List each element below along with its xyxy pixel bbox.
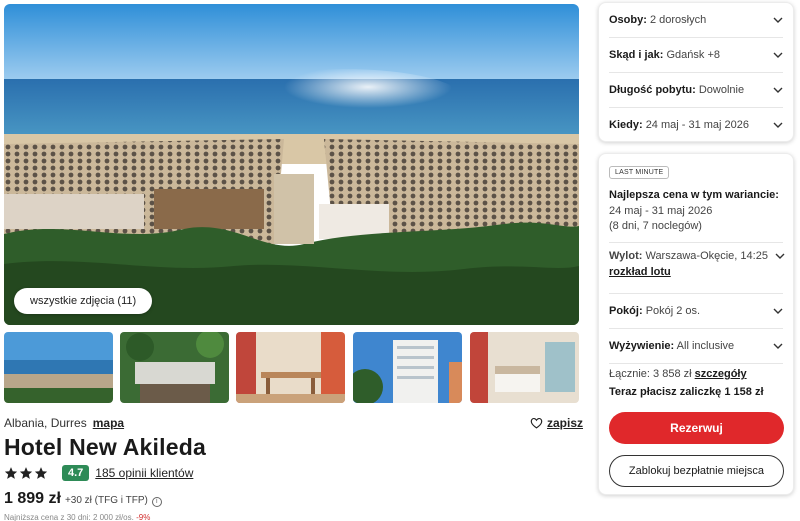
dates-value: 24 maj - 31 maj 2026 xyxy=(645,119,750,131)
heart-icon xyxy=(530,417,543,429)
thumbnail-strip xyxy=(4,332,579,403)
chevron-down-icon xyxy=(773,308,783,314)
persons-label: Osoby: xyxy=(609,14,647,26)
info-icon[interactable]: i xyxy=(151,497,162,507)
total-label: Łącznie: xyxy=(609,368,650,380)
flight-label: Wylot: xyxy=(609,250,643,262)
save-label: zapisz xyxy=(547,416,584,430)
room-dropdown[interactable]: Pokój: Pokój 2 os. xyxy=(599,294,793,328)
best-price-block: Najlepsza cena w tym wariancie: 24 maj -… xyxy=(609,188,779,235)
price-fees: +30 zł (TFG i TFP) xyxy=(64,495,148,506)
price-details-link[interactable]: szczegóły xyxy=(695,368,747,380)
duration-label: Długość pobytu: xyxy=(609,84,696,96)
chevron-down-icon xyxy=(775,253,785,259)
total-value: 3 858 zł xyxy=(653,368,692,380)
offer-nights: (8 dni, 7 noclegów) xyxy=(609,220,702,232)
persons-dropdown[interactable]: Osoby: 2 dorosłych xyxy=(599,3,793,37)
thumbnail-restaurant[interactable] xyxy=(236,332,345,403)
price-row: 1 899 zł +30 zł (TFG i TFP) i xyxy=(4,490,162,508)
hero-photo[interactable] xyxy=(4,4,579,325)
thumbnail-hotel-tower[interactable] xyxy=(353,332,462,403)
thumbnail-hotel-room[interactable] xyxy=(470,332,579,403)
chevron-down-icon xyxy=(773,122,783,128)
block-places-button[interactable]: Zablokuj bezpłatnie miejsca xyxy=(609,455,784,487)
thumbnail-hotel-garden[interactable] xyxy=(120,332,229,403)
divider xyxy=(609,242,783,243)
save-button[interactable]: zapisz xyxy=(530,416,583,430)
flight-schedule-link[interactable]: rozkład lotu xyxy=(609,266,785,278)
best-price-label: Najlepsza cena w tym wariancie: xyxy=(609,189,779,201)
star-icon xyxy=(19,467,33,479)
score-badge: 4.7 xyxy=(62,465,90,481)
flight-section[interactable]: Wylot: Warszawa-Okęcie, 14:25 rozkład lo… xyxy=(609,250,785,278)
dates-dropdown[interactable]: Kiedy: 24 maj - 31 maj 2026 xyxy=(599,108,793,142)
map-link[interactable]: mapa xyxy=(93,416,124,430)
chevron-down-icon xyxy=(773,87,783,93)
thumbnail-beach-aerial[interactable] xyxy=(4,332,113,403)
star-icon xyxy=(34,467,48,479)
room-label: Pokój: xyxy=(609,305,643,317)
hotel-location: Albania, Durres mapa xyxy=(4,416,124,430)
divider xyxy=(609,363,783,364)
persons-value: 2 dorosłych xyxy=(649,14,707,26)
board-value: All inclusive xyxy=(676,340,735,352)
location-text: Albania, Durres xyxy=(4,416,87,430)
discount-percent: -9% xyxy=(136,513,151,521)
star-icon xyxy=(4,467,18,479)
offer-dates: 24 maj - 31 maj 2026 xyxy=(609,204,713,217)
duration-dropdown[interactable]: Długość pobytu: Dowolnie xyxy=(599,73,793,107)
deposit-text: Teraz płacisz zaliczkę 1 158 zł xyxy=(609,386,764,398)
chevron-down-icon xyxy=(773,17,783,23)
all-photos-button[interactable]: wszystkie zdjęcia (11) xyxy=(14,288,153,314)
departure-value: Gdańsk +8 xyxy=(666,49,720,61)
offer-card: LAST MINUTE Najlepsza cena w tym warianc… xyxy=(598,153,794,495)
lowest-price-note: Najniższa cena z 30 dni: 2 000 zł/os. -9… xyxy=(4,513,150,521)
price-per-person: 1 899 zł xyxy=(4,490,61,507)
hotel-name: Hotel New Akileda xyxy=(4,434,206,460)
chevron-down-icon xyxy=(773,343,783,349)
reserve-button[interactable]: Rezerwuj xyxy=(609,412,784,444)
beach-aerial-image xyxy=(4,4,579,325)
lowest-price-text: Najniższa cena z 30 dni: 2 000 zł/os. xyxy=(4,513,134,521)
dates-label: Kiedy: xyxy=(609,119,643,131)
reviews-link[interactable]: 185 opinii klientów xyxy=(95,466,193,480)
hotel-stars xyxy=(4,466,48,480)
departure-dropdown[interactable]: Skąd i jak: Gdańsk +8 xyxy=(599,38,793,72)
rating-row: 4.7 185 opinii klientów xyxy=(4,465,193,481)
departure-label: Skąd i jak: xyxy=(609,49,664,61)
last-minute-badge: LAST MINUTE xyxy=(609,166,670,179)
duration-value: Dowolnie xyxy=(698,84,745,96)
search-params-card: Osoby: 2 dorosłych Skąd i jak: Gdańsk +8… xyxy=(598,2,794,142)
flight-value: Warszawa-Okęcie, 14:25 xyxy=(645,250,768,262)
chevron-down-icon xyxy=(773,52,783,58)
total-price: Łącznie: 3 858 zł szczegóły xyxy=(609,368,747,380)
board-label: Wyżywienie: xyxy=(609,340,675,352)
board-dropdown[interactable]: Wyżywienie: All inclusive xyxy=(599,329,793,363)
room-value: Pokój 2 os. xyxy=(645,305,701,317)
